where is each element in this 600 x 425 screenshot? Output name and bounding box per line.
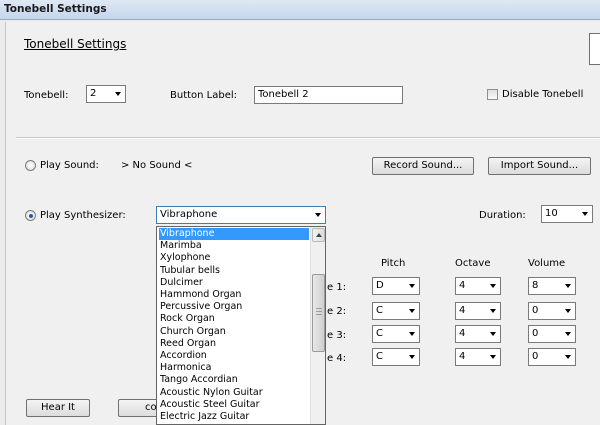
corner-widget	[589, 33, 600, 65]
disable-tonebell-label: Disable Tonebell	[502, 89, 584, 100]
pitch-select[interactable]: C	[372, 302, 420, 320]
list-item[interactable]: Electric Jazz Guitar	[159, 411, 309, 423]
octave-value: 4	[459, 351, 466, 362]
instrument-dropdown-list[interactable]: Vibraphone Marimba Xylophone Tubular bel…	[156, 226, 326, 425]
page-title: Tonebell Settings	[24, 37, 127, 51]
chevron-down-icon	[115, 92, 121, 96]
tonebell-select[interactable]: 2	[86, 85, 126, 103]
octave-select[interactable]: 4	[455, 277, 501, 295]
chevron-down-icon	[409, 309, 415, 313]
pitch-value: C	[376, 328, 383, 339]
note-label: e 1:	[327, 282, 347, 293]
pitch-select[interactable]: C	[372, 348, 420, 366]
chevron-down-icon	[490, 355, 496, 359]
list-item[interactable]: Accordion	[159, 350, 309, 362]
list-item[interactable]: Acoustic Steel Guitar	[159, 399, 309, 411]
chevron-down-icon	[409, 355, 415, 359]
volume-value: 8	[532, 280, 539, 291]
play-sound-value: > No Sound <	[121, 160, 193, 171]
tonebell-value: 2	[90, 88, 97, 99]
list-item[interactable]: Vibraphone	[159, 228, 309, 241]
chevron-down-icon	[490, 332, 496, 336]
list-item[interactable]: Hammond Organ	[159, 289, 309, 301]
note-label: e 3:	[327, 330, 347, 341]
list-item[interactable]: Marimba	[159, 240, 309, 252]
duration-label: Duration:	[479, 210, 526, 221]
pitch-value: C	[376, 305, 383, 316]
disable-tonebell-checkbox[interactable]	[487, 89, 498, 100]
duration-value: 10	[545, 208, 558, 219]
list-item[interactable]: Church Organ	[159, 326, 309, 338]
list-item[interactable]: Percussive Organ	[159, 301, 309, 313]
volume-select[interactable]: 0	[528, 348, 576, 366]
volume-value: 0	[532, 305, 539, 316]
chevron-down-icon	[565, 355, 571, 359]
note-label: e 2:	[327, 306, 347, 317]
octave-select[interactable]: 4	[455, 348, 501, 366]
play-synthesizer-radio[interactable]	[25, 210, 36, 221]
list-item[interactable]: Rock Organ	[159, 313, 309, 325]
button-label-value: Tonebell 2	[258, 89, 309, 100]
chevron-down-icon	[315, 213, 321, 217]
octave-value: 4	[459, 280, 466, 291]
volume-value: 0	[532, 328, 539, 339]
scroll-thumb[interactable]	[312, 274, 325, 352]
list-item[interactable]: Dulcimer	[159, 277, 309, 289]
list-item[interactable]: Reed Organ	[159, 338, 309, 350]
pitch-header: Pitch	[381, 258, 406, 269]
list-item[interactable]: Tubular bells	[159, 265, 309, 277]
pitch-select[interactable]: D	[372, 277, 420, 295]
chevron-down-icon	[490, 309, 496, 313]
import-sound-button[interactable]: Import Sound...	[488, 157, 591, 175]
volume-select[interactable]: 8	[528, 277, 576, 295]
divider	[16, 137, 600, 139]
button-label-field[interactable]: Tonebell 2	[254, 86, 403, 104]
volume-select[interactable]: 0	[528, 325, 576, 343]
chevron-down-icon	[582, 212, 588, 216]
list-item[interactable]: Acoustic Nylon Guitar	[159, 387, 309, 399]
play-sound-radio[interactable]	[25, 160, 36, 171]
play-sound-label: Play Sound:	[40, 160, 99, 171]
octave-header: Octave	[455, 258, 491, 269]
volume-select[interactable]: 0	[528, 302, 576, 320]
volume-header: Volume	[528, 258, 566, 269]
pitch-value: D	[376, 280, 384, 291]
pitch-value: C	[376, 351, 383, 362]
play-synthesizer-label: Play Synthesizer:	[40, 210, 126, 221]
note-label: e 4:	[327, 353, 347, 364]
window-title: Tonebell Settings	[4, 3, 107, 15]
chevron-down-icon	[565, 284, 571, 288]
record-sound-button[interactable]: Record Sound...	[372, 157, 474, 175]
hear-it-button[interactable]: Hear It	[26, 399, 90, 417]
octave-select[interactable]: 4	[455, 302, 501, 320]
scroll-up-icon[interactable]	[312, 228, 325, 242]
tonebell-label: Tonebell:	[24, 90, 69, 101]
instrument-value: Vibraphone	[160, 209, 218, 220]
duration-select[interactable]: 10	[541, 205, 593, 223]
chevron-down-icon	[409, 284, 415, 288]
chevron-down-icon	[565, 309, 571, 313]
instrument-select[interactable]: Vibraphone	[156, 206, 326, 224]
pitch-select[interactable]: C	[372, 325, 420, 343]
list-item[interactable]: Tango Accordian	[159, 374, 309, 386]
octave-select[interactable]: 4	[455, 325, 501, 343]
list-item[interactable]: Harmonica	[159, 362, 309, 374]
dropdown-scrollbar[interactable]	[310, 227, 325, 424]
button-label-label: Button Label:	[170, 90, 238, 101]
volume-value: 0	[532, 351, 539, 362]
chevron-down-icon	[409, 332, 415, 336]
chevron-down-icon	[490, 284, 496, 288]
list-item[interactable]: Xylophone	[159, 252, 309, 264]
octave-value: 4	[459, 305, 466, 316]
title-bar: Tonebell Settings	[0, 0, 600, 20]
chevron-down-icon	[565, 332, 571, 336]
octave-value: 4	[459, 328, 466, 339]
